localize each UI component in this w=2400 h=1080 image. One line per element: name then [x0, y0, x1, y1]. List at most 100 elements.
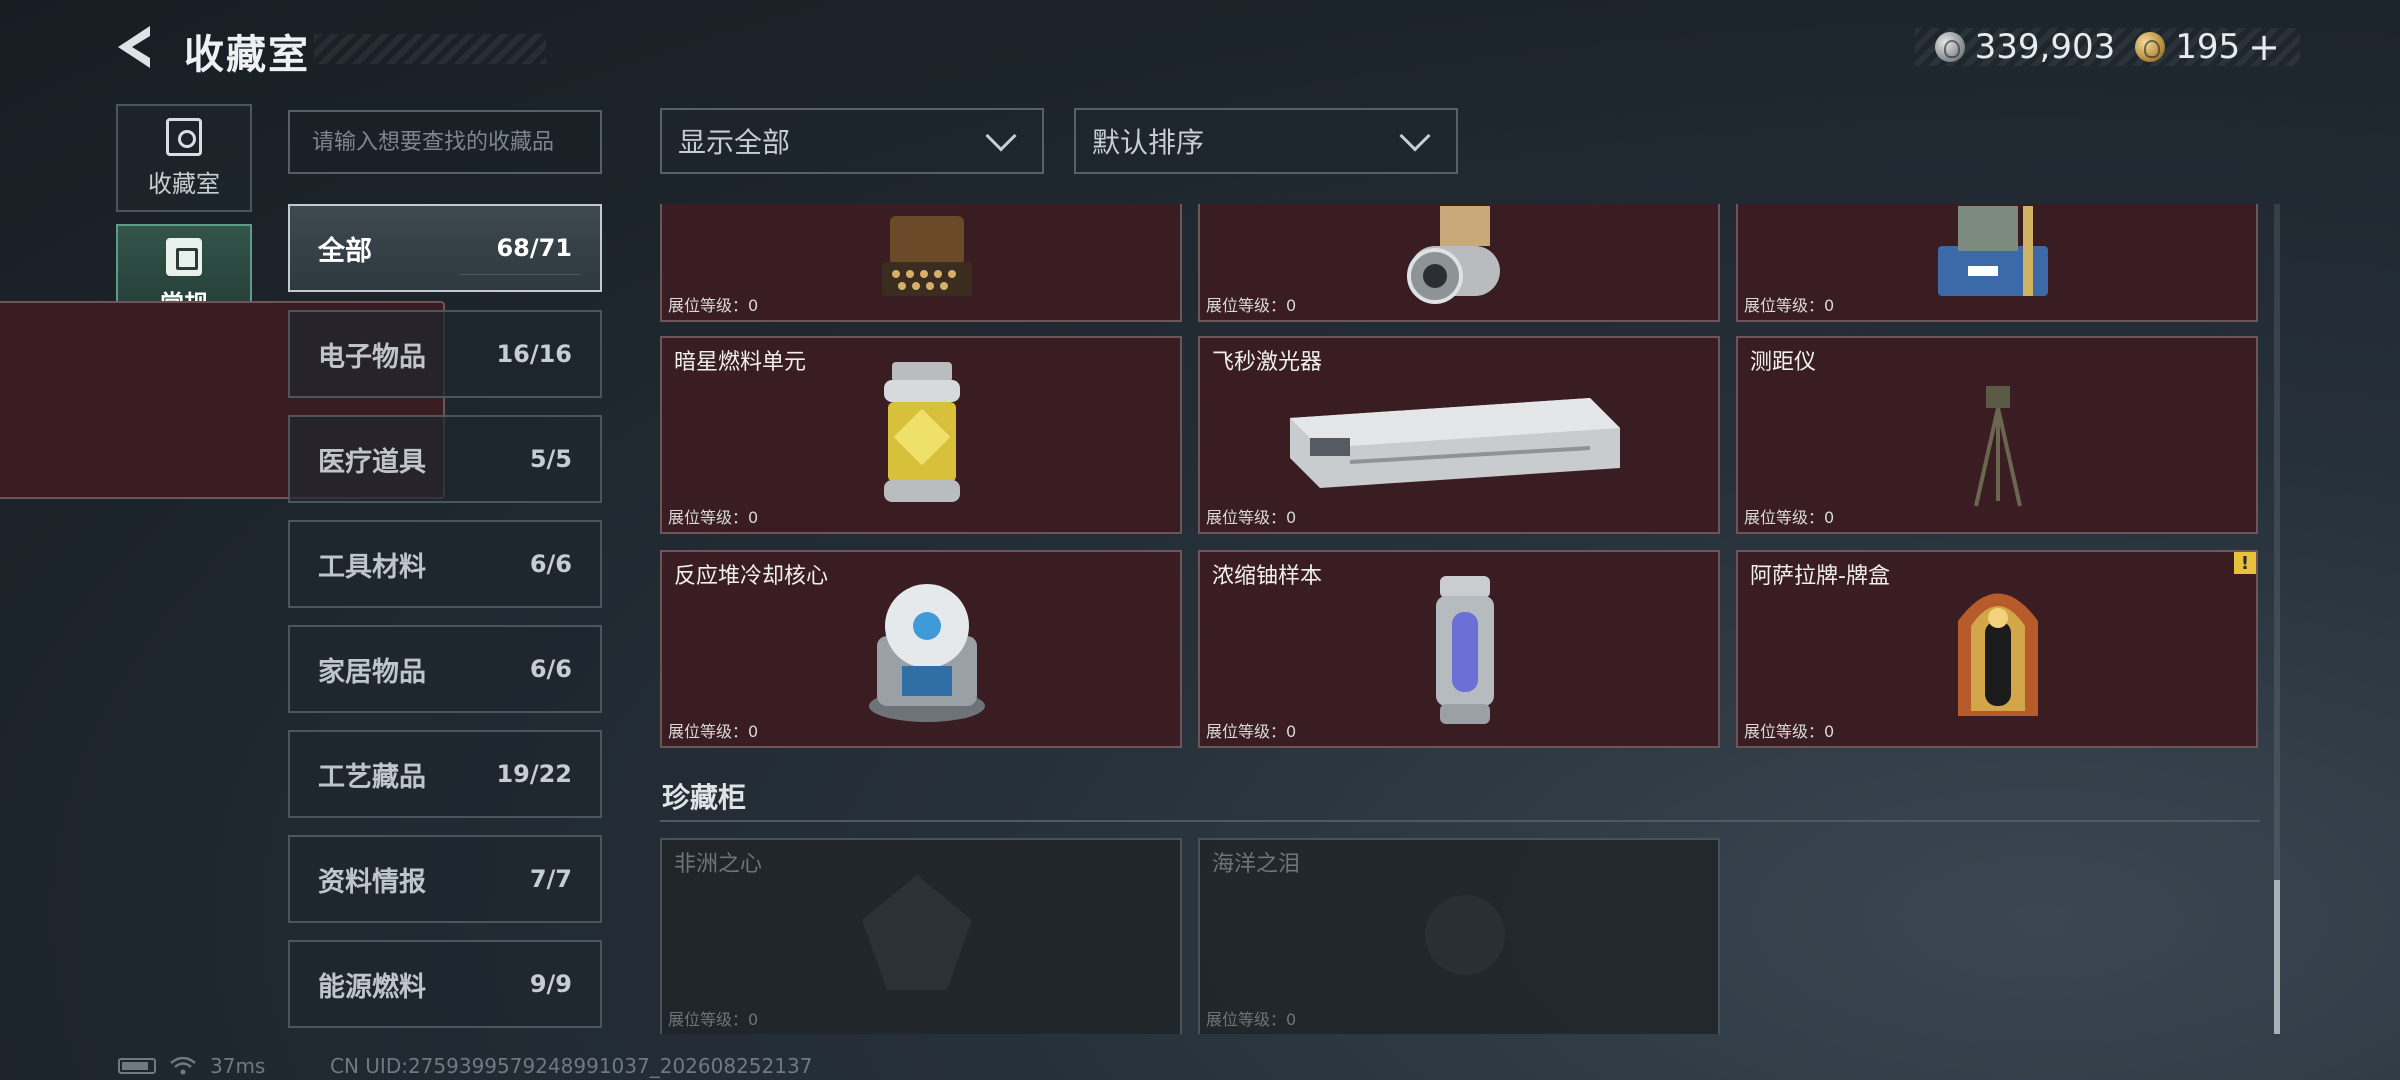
- booth-level: 展位等级：0: [1206, 1010, 1297, 1029]
- scrollbar-thumb[interactable]: [2274, 880, 2280, 1034]
- category-medical[interactable]: 医疗道具 5/5: [288, 415, 602, 503]
- item-name: 测距仪: [1750, 350, 1817, 375]
- nav-limited[interactable]: 限定: [0, 301, 445, 499]
- booth-level: 展位等级：0: [1206, 508, 1297, 527]
- item-name: 阿萨拉牌-牌盒: [1750, 564, 1890, 589]
- category-count: 68/71: [496, 234, 572, 262]
- fuel-canister-icon: [884, 362, 960, 502]
- camera-lens-icon: [1407, 206, 1500, 304]
- page-title: 收藏室: [184, 32, 310, 78]
- booth-level: 展位等级：0: [1206, 722, 1297, 741]
- booth-level: 展位等级：0: [668, 1010, 759, 1029]
- collection-card-machine[interactable]: 展位等级：0: [1736, 204, 2258, 322]
- silver-coin-icon: [1934, 32, 1965, 62]
- gold-currency: 195 +: [2135, 25, 2280, 69]
- category-all[interactable]: 全部 68/71: [288, 204, 602, 292]
- gold-coin-icon: [2135, 32, 2166, 62]
- category-name: 家居物品: [318, 656, 426, 688]
- booth-level: 展位等级：0: [668, 296, 759, 315]
- status-bar: 37ms: [118, 1054, 265, 1078]
- booth-level: 展位等级：0: [1744, 722, 1835, 741]
- item-name: 浓缩铀样本: [1212, 564, 1323, 589]
- category-count: 5/5: [529, 445, 572, 473]
- booth-level: 展位等级：0: [1744, 296, 1835, 315]
- laser-device-icon: [1290, 398, 1620, 488]
- item-name: 飞秒激光器: [1212, 350, 1323, 375]
- collection-card-typewriter[interactable]: 展位等级：0: [660, 204, 1182, 322]
- sort-value: 默认排序: [1092, 126, 1205, 159]
- category-name: 能源燃料: [318, 971, 426, 1003]
- booth-level: 展位等级：0: [668, 508, 759, 527]
- category-name: 工艺藏品: [318, 761, 426, 793]
- back-arrow-icon[interactable]: [112, 22, 162, 72]
- collection-card-enriched-uranium[interactable]: 浓缩铀样本 展位等级：0: [1198, 550, 1720, 748]
- wifi-icon: [170, 1057, 196, 1075]
- typewriter-icon: [882, 216, 972, 296]
- card-box-icon: [1958, 593, 2038, 716]
- add-currency-button[interactable]: +: [2248, 25, 2280, 69]
- sort-dropdown[interactable]: 默认排序: [1074, 108, 1458, 174]
- gold-currency-value: 195: [2175, 27, 2241, 67]
- category-name: 电子物品: [318, 341, 426, 373]
- showcase-card-tear-of-ocean[interactable]: 海洋之泪 展位等级：0: [1198, 838, 1720, 1034]
- item-name: 反应堆冷却核心: [674, 564, 829, 589]
- category-energy[interactable]: 能源燃料 9/9: [288, 940, 602, 1028]
- machine-icon: [1938, 206, 2048, 296]
- collection-card-dark-star-fuel[interactable]: 暗星燃料单元 展位等级：0: [660, 336, 1182, 534]
- collection-grid: 展位等级：0 展位等级：0 展位等级：0 暗星燃料单元 展位等级：0 飞秒激光器…: [660, 204, 2260, 1034]
- category-count: 9/9: [529, 970, 572, 998]
- category-count: 6/6: [529, 655, 572, 683]
- silver-currency: 339,903: [1934, 27, 2116, 67]
- collection-card-reactor-core[interactable]: 反应堆冷却核心 展位等级：0: [660, 550, 1182, 748]
- item-name: 海洋之泪: [1212, 852, 1301, 877]
- silver-currency-value: 339,903: [1974, 27, 2116, 67]
- category-intel[interactable]: 资料情报 7/7: [288, 835, 602, 923]
- item-name: 非洲之心: [674, 852, 763, 877]
- grid-scrollbar[interactable]: [2274, 204, 2280, 1034]
- ping-value: 37ms: [210, 1054, 266, 1078]
- booth-level: 展位等级：0: [1206, 296, 1297, 315]
- category-crafts[interactable]: 工艺藏品 19/22: [288, 730, 602, 818]
- category-count: 19/22: [496, 760, 572, 788]
- photo-frame-icon: [166, 237, 202, 276]
- category-count: 6/6: [529, 550, 572, 578]
- trophy-icon: [166, 117, 202, 156]
- currency-bar: 339,903 195 +: [1914, 25, 2300, 69]
- battery-icon: [118, 1058, 156, 1074]
- gem-silhouette-icon: [1425, 895, 1505, 975]
- user-uid: CN UID:2759399579248991037_202608252137: [330, 1054, 813, 1078]
- category-count: 16/16: [496, 340, 572, 368]
- nav-label: 收藏室: [148, 169, 220, 198]
- category-decoration: [460, 274, 580, 278]
- show-filter-value: 显示全部: [678, 126, 791, 159]
- category-name: 资料情报: [318, 866, 426, 898]
- collection-card-rangefinder[interactable]: 测距仪 展位等级：0: [1736, 336, 2258, 534]
- nav-collection-room[interactable]: 收藏室: [116, 104, 252, 212]
- uranium-capsule-icon: [1436, 576, 1494, 724]
- booth-level: 展位等级：0: [668, 722, 759, 741]
- collection-card-asala-card-box[interactable]: 阿萨拉牌-牌盒 ! 展位等级：0: [1736, 550, 2258, 748]
- title-decoration: [314, 34, 546, 64]
- category-electronics[interactable]: 电子物品 16/16: [288, 310, 602, 398]
- chevron-down-icon: [1399, 120, 1431, 152]
- reactor-core-icon: [869, 584, 985, 722]
- warning-badge: !: [2234, 552, 2256, 574]
- category-household[interactable]: 家居物品 6/6: [288, 625, 602, 713]
- search-input[interactable]: [288, 110, 602, 174]
- booth-level: 展位等级：0: [1744, 508, 1835, 527]
- chevron-down-icon: [985, 120, 1017, 152]
- category-name: 工具材料: [318, 551, 426, 583]
- category-count: 7/7: [529, 865, 572, 893]
- showcase-title: 珍藏柜: [662, 781, 747, 814]
- tripod-icon: [1974, 386, 2022, 507]
- section-divider: [660, 820, 2260, 822]
- category-tools[interactable]: 工具材料 6/6: [288, 520, 602, 608]
- collection-card-femtosecond-laser[interactable]: 飞秒激光器 展位等级：0: [1198, 336, 1720, 534]
- category-name: 医疗道具: [318, 446, 426, 478]
- collection-card-lens[interactable]: 展位等级：0: [1198, 204, 1720, 322]
- show-filter-dropdown[interactable]: 显示全部: [660, 108, 1044, 174]
- category-name: 全部: [318, 235, 372, 267]
- showcase-card-heart-of-africa[interactable]: 非洲之心 展位等级：0: [660, 838, 1182, 1034]
- gem-silhouette-icon: [862, 875, 972, 990]
- item-name: 暗星燃料单元: [674, 350, 807, 375]
